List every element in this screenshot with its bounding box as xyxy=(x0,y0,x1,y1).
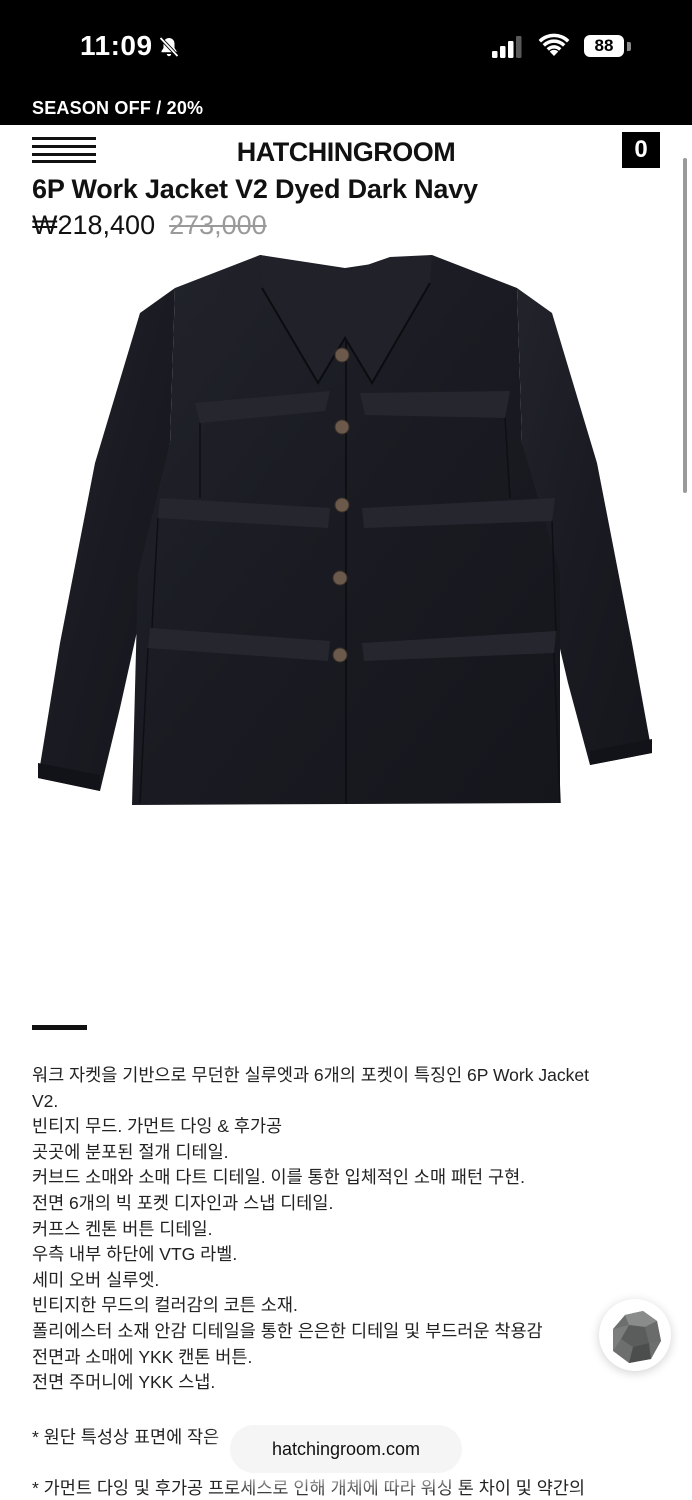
brand-logo[interactable]: HATCHINGROOM xyxy=(0,137,692,168)
status-time: 11:09 xyxy=(80,30,153,61)
stone-icon xyxy=(613,1311,661,1363)
dyeing-note: * 가먼트 다잉 및 후가공 프로세스로 인해 개체에 따라 워싱 톤 차이 및… xyxy=(32,1478,586,1498)
browser-url-bar[interactable]: hatchingroom.com xyxy=(230,1425,462,1473)
promo-banner[interactable]: SEASON OFF / 20% xyxy=(0,95,692,125)
product-title: 6P Work Jacket V2 Dyed Dark Navy xyxy=(32,174,478,204)
sale-price: ₩218,400 xyxy=(32,210,156,240)
cellular-signal-icon xyxy=(492,36,522,58)
description-line: 곳곳에 분포된 절개 디테일. xyxy=(32,1141,229,1162)
description-line: 전면 주머니에 YKK 스냅. xyxy=(32,1372,216,1393)
promo-text: SEASON OFF / 20% xyxy=(32,98,204,118)
cart-button[interactable]: 0 xyxy=(622,132,660,168)
battery-level: 88 xyxy=(594,36,614,55)
description-line: 세미 오버 실루엣. xyxy=(32,1269,160,1290)
section-divider xyxy=(32,1025,87,1030)
bell-slash-icon xyxy=(159,36,179,58)
cart-count: 0 xyxy=(634,136,648,163)
floating-action-button[interactable] xyxy=(599,1299,671,1371)
site-header: HATCHINGROOM 0 xyxy=(0,125,692,180)
fabric-note: * 원단 특성상 표면에 작은 xyxy=(32,1427,220,1447)
description-line: 워크 자켓을 기반으로 무던한 실루엣과 6개의 포켓이 특징인 6P Work… xyxy=(32,1065,589,1085)
description-line: V2. xyxy=(32,1090,59,1111)
url-text: hatchingroom.com xyxy=(271,1438,421,1459)
product-image[interactable] xyxy=(0,243,692,843)
battery-indicator: 88 xyxy=(584,35,624,57)
description-line: 전면과 소매에 YKK 캔톤 버튼. xyxy=(32,1346,253,1367)
product-description: 워크 자켓을 기반으로 무던한 실루엣과 6개의 포켓이 특징인 6P Work… xyxy=(32,1063,662,1396)
description-line: 커브드 소매와 소매 다트 디테일. 이를 통한 입체적인 소매 패턴 구현. xyxy=(32,1167,526,1188)
price-row: ₩218,400 273,000 xyxy=(32,210,267,241)
description-line: 빈티지한 무드의 컬러감의 코튼 소재. xyxy=(32,1295,298,1316)
description-line: 폴리에스터 소재 안감 디테일을 통한 은은한 디테일 및 부드러운 착용감 xyxy=(32,1320,543,1341)
description-line: 우측 내부 하단에 VTG 라벨. xyxy=(32,1244,238,1265)
description-line: 커프스 켄톤 버튼 디테일. xyxy=(32,1218,213,1239)
status-bar: 11:09 88 xyxy=(0,0,692,95)
description-line: 전면 6개의 빅 포켓 디자인과 스냅 디테일. xyxy=(32,1192,334,1213)
wifi-icon xyxy=(538,33,570,56)
battery-cap xyxy=(627,42,631,51)
description-line: 빈티지 무드. 가먼트 다잉 & 후가공 xyxy=(32,1116,283,1137)
original-price: 273,000 xyxy=(169,210,267,240)
